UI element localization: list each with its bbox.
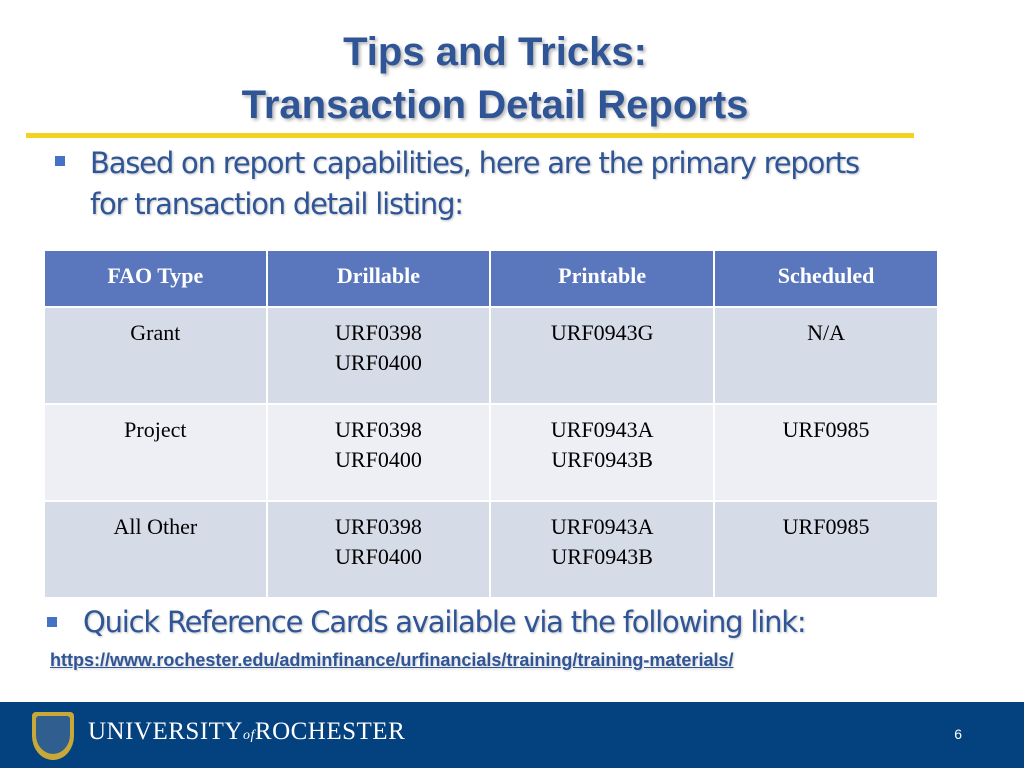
table-header-row: FAO Type Drillable Printable Scheduled	[43, 249, 939, 308]
bullet-2: Quick Reference Cards available via the …	[83, 605, 807, 639]
header-drillable: Drillable	[265, 249, 492, 308]
header-printable: Printable	[489, 249, 716, 308]
quick-reference-link[interactable]: https://www.rochester.edu/adminfinance/u…	[50, 650, 733, 671]
cell: All Other	[43, 500, 268, 599]
cell: N/A	[713, 306, 939, 405]
bullet-1-line1: Based on report capabilities, here are t…	[90, 146, 860, 180]
slide-title-line2: Transaction Detail Reports	[241, 83, 749, 127]
table-row: All Other URF0398 URF0400 URF0943A URF0943…	[43, 500, 939, 599]
cell: URF0398 URF0400	[265, 500, 492, 599]
university-logo: UNIVERSITYofROCHESTER	[88, 718, 406, 745]
cell: URF0398 URF0400	[265, 306, 492, 405]
table-row: Grant URF0398 URF0400 URF0943G N/A	[43, 306, 939, 405]
cell: URF0943G	[489, 306, 716, 405]
bullet-1: Based on report capabilities, here are t…	[90, 143, 860, 225]
university-seal-icon	[32, 712, 74, 760]
bullet-icon	[55, 156, 65, 166]
slide-title-line1: Tips and Tricks:	[343, 30, 647, 74]
cell: Grant	[43, 306, 268, 405]
bullet-icon	[47, 617, 57, 627]
footer-bar: UNIVERSITYofROCHESTER 6	[0, 702, 1024, 768]
bullet-1-line2: for transaction detail listing:	[90, 187, 464, 221]
cell: URF0985	[713, 403, 939, 502]
reports-table: FAO Type Drillable Printable Scheduled G…	[43, 249, 939, 599]
title-underline	[26, 133, 914, 138]
page-number: 6	[954, 726, 962, 742]
table-row: Project URF0398 URF0400 URF0943A URF0943B …	[43, 403, 939, 502]
cell: URF0943A URF0943B	[489, 500, 716, 599]
cell: URF0943A URF0943B	[489, 403, 716, 502]
header-scheduled: Scheduled	[713, 249, 939, 308]
cell: URF0398 URF0400	[265, 403, 492, 502]
cell: Project	[43, 403, 268, 502]
header-fao-type: FAO Type	[43, 249, 268, 308]
cell: URF0985	[713, 500, 939, 599]
